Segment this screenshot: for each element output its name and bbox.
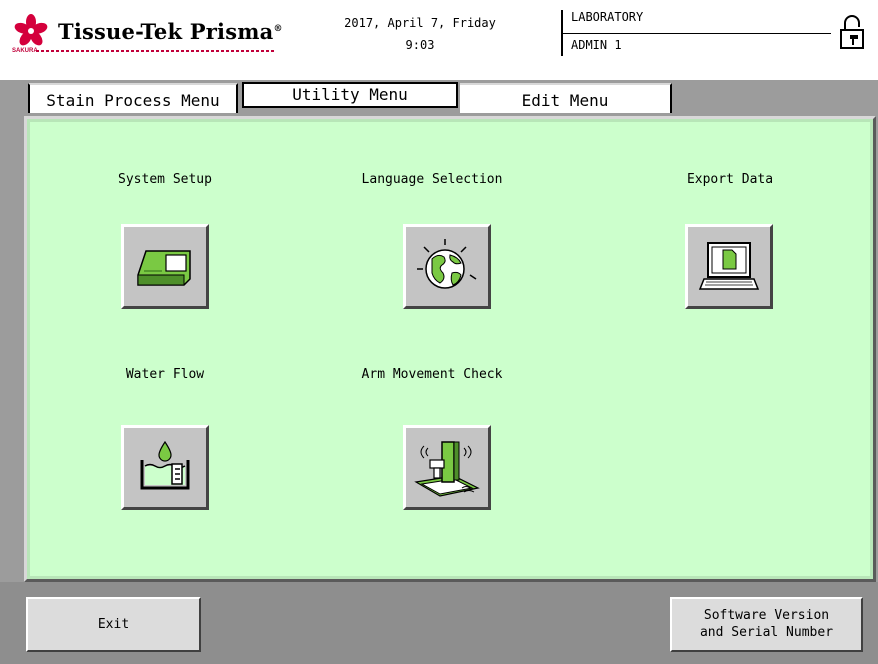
brand-mark: ® (273, 24, 283, 34)
system-setup-label: System Setup (118, 172, 212, 187)
exit-button[interactable]: Exit (26, 597, 201, 652)
bottom-bar: Exit Software Version and Serial Number (0, 582, 878, 664)
water-flow-label: Water Flow (125, 367, 205, 382)
lock-icon[interactable] (838, 14, 866, 50)
tab-stain-process-menu[interactable]: Stain Process Menu (28, 83, 238, 113)
water-tank-icon (140, 440, 190, 490)
software-version-button[interactable]: Software Version and Serial Number (670, 597, 863, 652)
date-text: 2017, April 7, Friday (344, 16, 496, 30)
export-data-label: Export Data (686, 172, 774, 187)
brand-name: Tissue-Tek Prisma (58, 19, 274, 44)
stainer-machine-icon (137, 250, 191, 286)
user-name: ADMIN 1 (571, 38, 622, 52)
water-flow-button[interactable] (121, 425, 209, 510)
language-selection-button[interactable] (403, 224, 491, 309)
export-data-button[interactable] (685, 224, 773, 309)
datetime: 2017, April 7, Friday 9:03 (320, 12, 520, 56)
user-info: LABORATORY ADMIN 1 (561, 10, 831, 56)
tab-utility-menu[interactable]: Utility Menu (242, 82, 458, 108)
header-bar: Tissue-Tek Prisma® SAKURA 2017, April 7,… (0, 0, 878, 80)
sakura-label: SAKURA (12, 48, 38, 54)
logo: Tissue-Tek Prisma® SAKURA (12, 12, 302, 60)
brand-divider (36, 50, 276, 52)
language-selection-label: Language Selection (361, 172, 503, 187)
tab-bar: Stain Process Menu Utility Menu Edit Men… (0, 80, 878, 120)
globe-icon (417, 239, 477, 289)
user-group: LABORATORY (571, 10, 644, 24)
arm-movement-check-label: Arm Movement Check (361, 367, 503, 382)
utility-panel: System Setup Language Selection Export D… (27, 119, 873, 579)
laptop-icon (698, 242, 760, 290)
sakura-flower-icon (14, 14, 48, 46)
tab-edit-menu[interactable]: Edit Menu (460, 83, 672, 113)
time-text: 9:03 (405, 38, 435, 52)
arm-movement-check-button[interactable] (403, 425, 491, 510)
robot-arm-icon (414, 441, 480, 497)
system-setup-button[interactable] (121, 224, 209, 309)
